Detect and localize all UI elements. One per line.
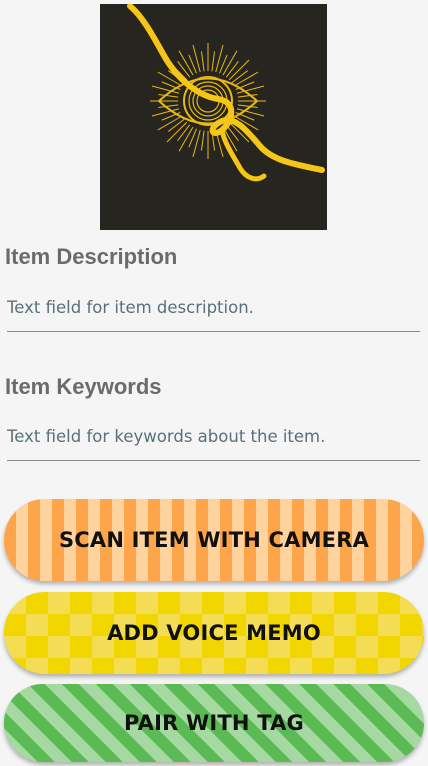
item-image [100,4,327,230]
sunburst-ray [157,115,183,131]
add-voice-memo-button[interactable]: ADD VOICE MEMO [4,592,424,674]
description-heading: Item Description [5,244,178,269]
add-voice-memo-label: ADD VOICE MEMO [107,621,321,645]
sunburst-ray [211,51,216,72]
sunburst-ray [200,51,205,72]
scan-item-label: SCAN ITEM WITH CAMERA [58,528,370,552]
sunburst-ray [200,130,205,151]
sunburst-ray [158,93,179,98]
description-field[interactable] [7,288,420,332]
sunburst-ray [222,50,238,76]
sunburst-ray [231,70,248,84]
keywords-field[interactable] [7,417,420,461]
description-input[interactable] [7,290,420,324]
sunburst-ray [237,104,258,109]
pair-with-tag-button[interactable]: PAIR WITH TAG [4,684,424,762]
keywords-heading: Item Keywords [5,374,162,399]
sunburst-ray [177,124,191,141]
sunburst-ray [237,93,258,98]
sunburst-ray [168,118,185,132]
sunburst-ray [158,104,179,109]
sunburst-ray [178,50,194,76]
pair-with-tag-label: PAIR WITH TAG [124,711,304,735]
sunburst-ray [233,71,259,87]
scan-item-button[interactable]: SCAN ITEM WITH CAMERA [4,499,424,581]
sunburst-ray [225,61,239,78]
keywords-input[interactable] [7,419,420,453]
eye-sunburst-icon [127,4,325,182]
sunburst-ray [178,126,194,152]
